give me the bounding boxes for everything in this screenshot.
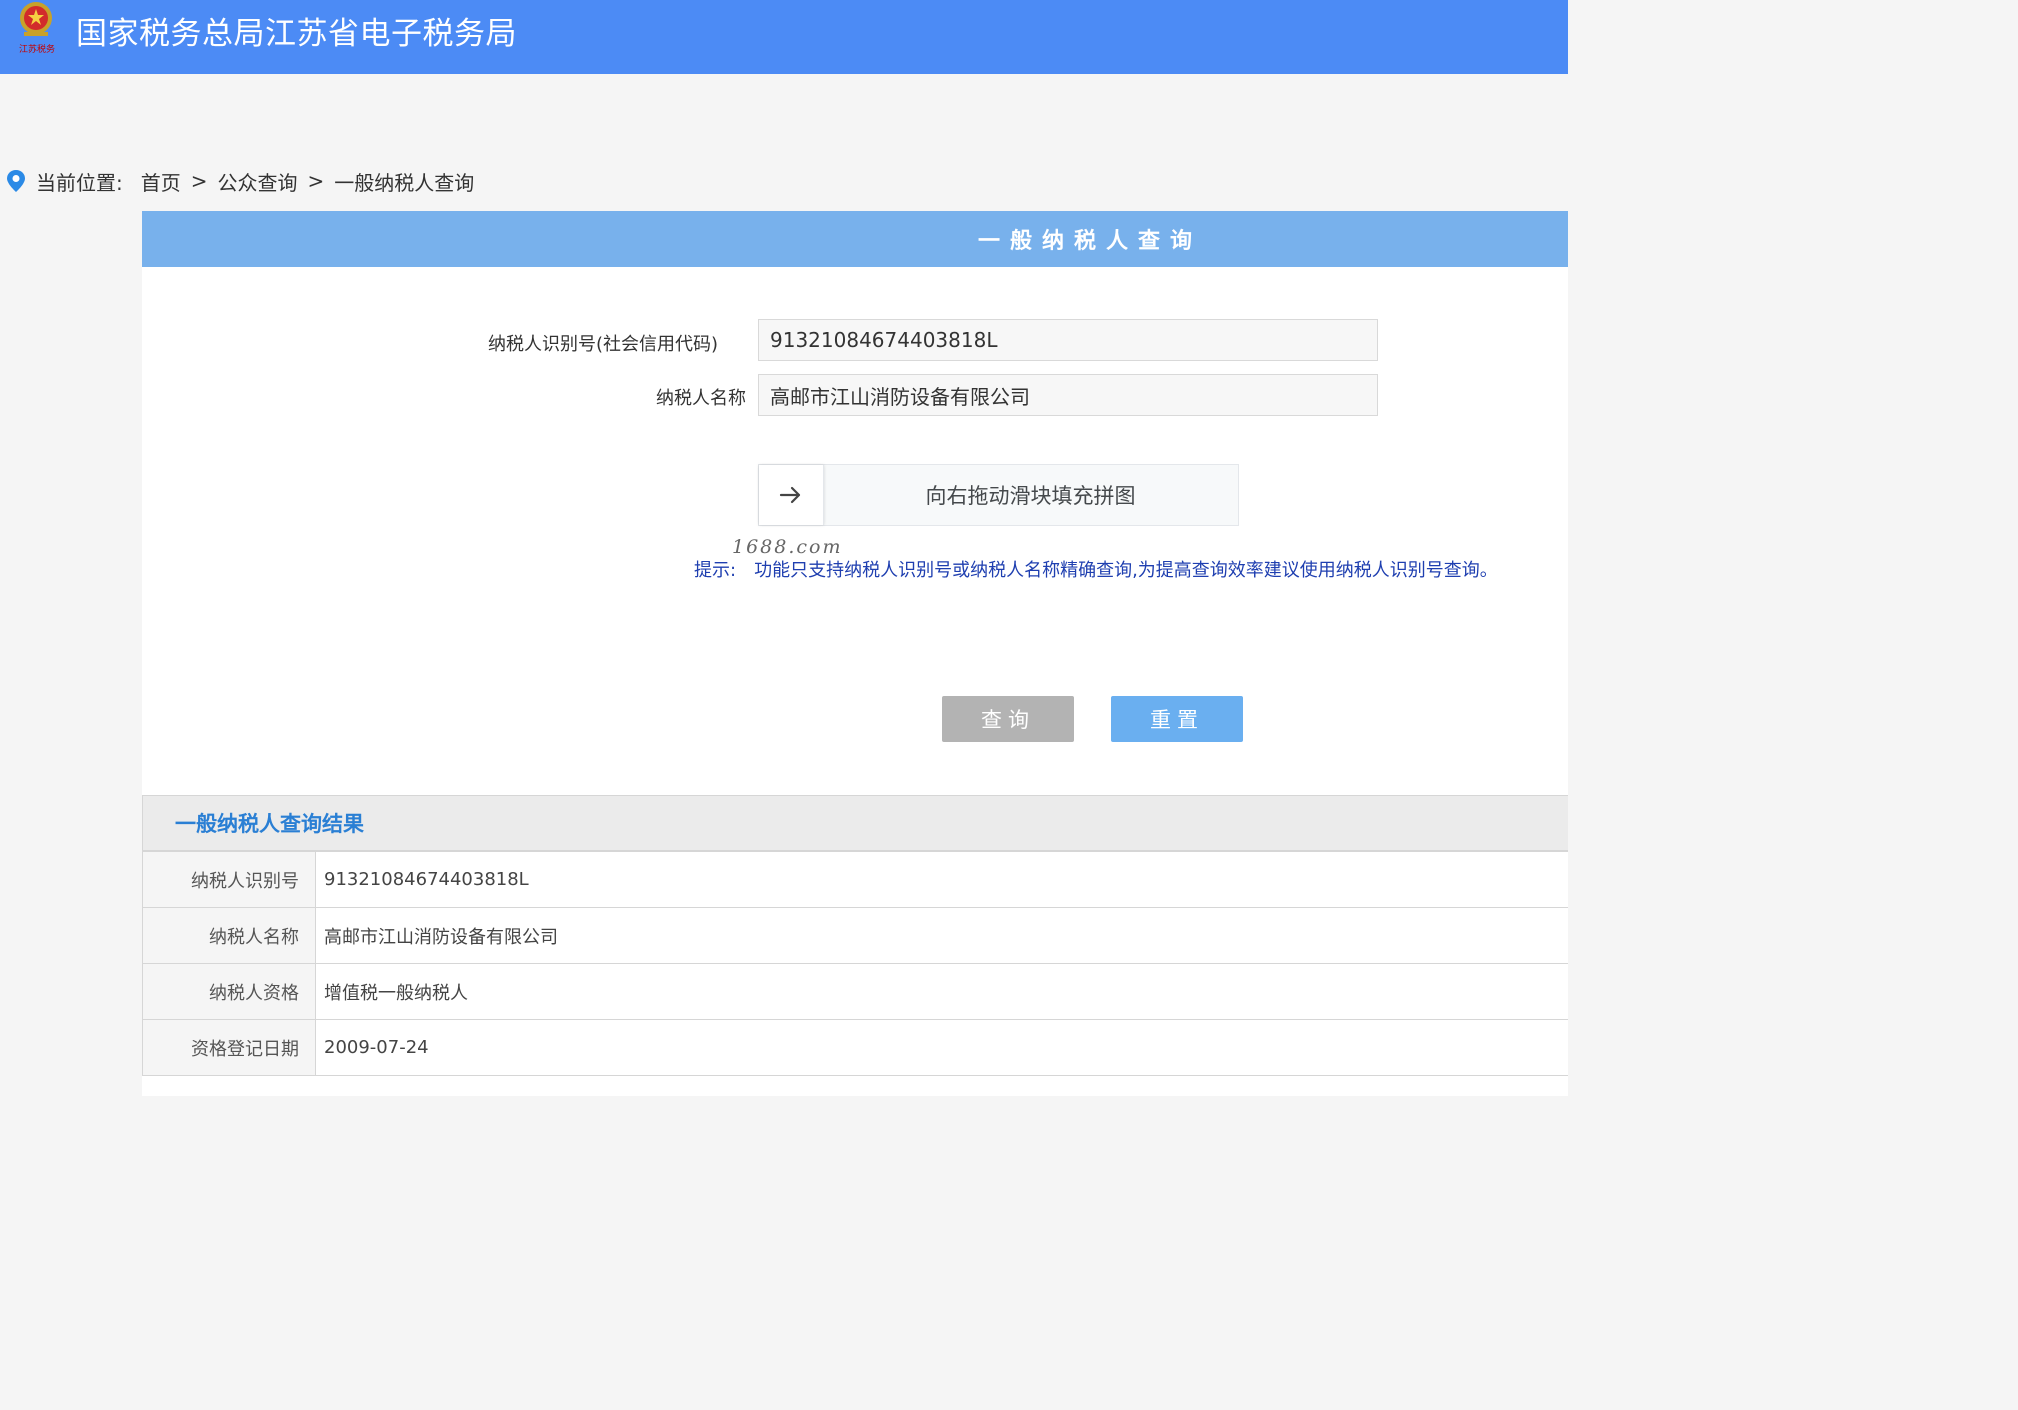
panel-title: 一般纳税人查询 — [978, 229, 1203, 254]
table-row: 纳税人资格 增值税一般纳税人 — [142, 963, 1568, 1020]
taxpayer-name-label: 纳税人名称 — [656, 388, 746, 409]
panel-title-bar: 一般纳税人查询 — [142, 211, 1568, 267]
arrow-right-icon — [779, 486, 801, 504]
result-value: 91321084674403818L — [315, 851, 1568, 908]
taxpayer-id-label: 纳税人识别号(社会信用代码) — [488, 334, 719, 355]
result-table: 纳税人识别号 91321084674403818L 纳税人名称 高邮市江山消防设… — [142, 851, 1568, 1076]
captcha-slider: 向右拖动滑块填充拼图 — [758, 464, 1239, 526]
result-value: 增值税一般纳税人 — [315, 963, 1568, 1020]
slider-instruction: 向右拖动滑块填充拼图 — [925, 484, 1136, 508]
table-row: 资格登记日期 2009-07-24 — [142, 1019, 1568, 1076]
result-title: 一般纳税人查询结果 — [175, 812, 364, 836]
table-row: 纳税人识别号 91321084674403818L — [142, 851, 1568, 908]
table-row: 纳税人名称 高邮市江山消防设备有限公司 — [142, 907, 1568, 964]
query-tip: 提示: 功能只支持纳税人识别号或纳税人名称精确查询,为提高查询效率建议使用纳税人识… — [694, 556, 1498, 582]
logo-caption: 江苏税务 — [18, 45, 55, 55]
tip-text: 功能只支持纳税人识别号或纳税人名称精确查询,为提高查询效率建议使用纳税人识别号查… — [754, 560, 1498, 581]
result-key: 纳税人资格 — [142, 963, 316, 1020]
result-section: 一般纳税人查询结果 纳税人识别号 91321084674403818L 纳税人名… — [142, 795, 1568, 1076]
reset-button[interactable]: 重置 — [1111, 696, 1243, 742]
slider-handle[interactable] — [759, 465, 824, 525]
result-value: 高邮市江山消防设备有限公司 — [315, 907, 1568, 964]
breadcrumb-separator: > — [307, 169, 325, 193]
taxpayer-name-input[interactable]: 高邮市江山消防设备有限公司 — [758, 374, 1378, 416]
result-key: 纳税人名称 — [142, 907, 316, 964]
location-pin-icon — [7, 170, 25, 192]
result-key: 资格登记日期 — [142, 1019, 316, 1076]
watermark: 1688.com — [732, 536, 843, 558]
result-header: 一般纳税人查询结果 — [142, 795, 1568, 851]
site-title: 国家税务总局江苏省电子税务局 — [76, 16, 517, 52]
breadcrumb-public-query-link[interactable]: 公众查询 — [218, 167, 298, 196]
breadcrumb-label: 当前位置: — [36, 170, 123, 195]
result-value: 2009-07-24 — [315, 1019, 1568, 1076]
breadcrumb-home-link[interactable]: 首页 — [141, 167, 181, 196]
taxpayer-id-input[interactable]: 91321084674403818L — [758, 319, 1378, 361]
result-key: 纳税人识别号 — [142, 851, 316, 908]
breadcrumb-current: 一般纳税人查询 — [334, 170, 475, 195]
tip-label: 提示: — [694, 560, 737, 581]
breadcrumb: 当前位置: 首页 > 公众查询 > 一般纳税人查询 — [6, 166, 474, 196]
breadcrumb-separator: > — [190, 169, 208, 193]
site-header: 江苏税务 国家税务总局江苏省电子税务局 — [0, 0, 1568, 74]
query-button[interactable]: 查询 — [942, 696, 1074, 742]
